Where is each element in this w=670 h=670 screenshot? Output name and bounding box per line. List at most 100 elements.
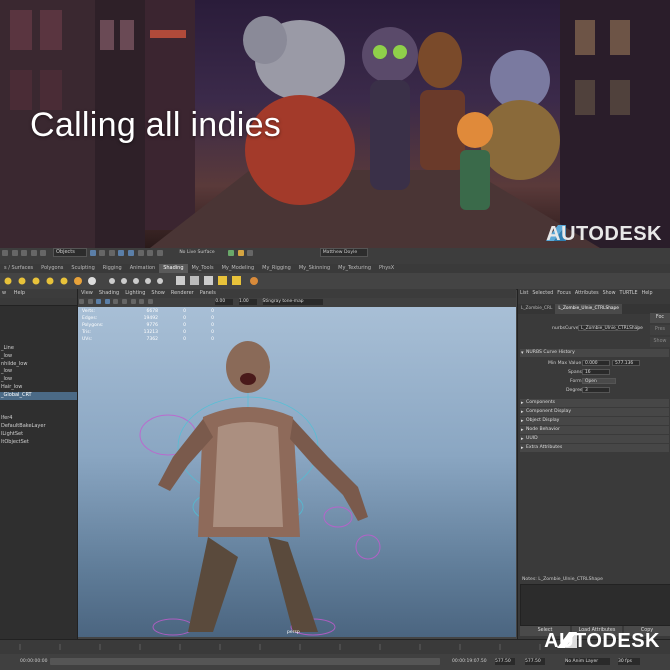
outliner-item[interactable]: ltObjectSet (0, 439, 77, 447)
outliner-item[interactable]: _low (0, 353, 77, 361)
outliner-menu-help[interactable]: Help (14, 290, 25, 296)
viewport-menu-view[interactable]: View (78, 289, 96, 298)
section-object-display[interactable]: Object Display (520, 417, 669, 425)
shelf-tab[interactable]: Polygons (37, 264, 67, 273)
range-end-field[interactable]: 577.50 (525, 658, 545, 665)
max-value-field[interactable]: 577.136 (612, 360, 640, 366)
range-start-field[interactable]: 577.50 (495, 658, 515, 665)
grid-icon[interactable] (87, 299, 93, 304)
select-tool-icon[interactable] (89, 249, 96, 256)
snap-view-icon[interactable] (147, 249, 154, 256)
shelf-tab[interactable]: My_Tools (188, 264, 218, 273)
outliner-item[interactable]: Hair_low (0, 384, 77, 392)
shelf-tab[interactable]: s / Surfaces (0, 264, 37, 273)
lights-icon[interactable] (121, 299, 127, 304)
viewport-menu-panels[interactable]: Panels (197, 289, 219, 298)
outliner-item[interactable]: DefaultBakeLayer (0, 423, 77, 431)
ae-menu-help[interactable]: Help (640, 289, 655, 299)
degree-field[interactable]: 3 (582, 387, 610, 393)
range-bar[interactable] (50, 658, 440, 665)
outliner-item[interactable] (0, 314, 77, 322)
viewport-menu-shading[interactable]: Shading (96, 289, 122, 298)
outliner-item[interactable] (0, 322, 77, 330)
section-nurbs-curve-history[interactable]: NURBS Curve History (520, 349, 669, 357)
spans-field[interactable]: 16 (582, 369, 610, 375)
shadows-icon[interactable] (130, 299, 136, 304)
section-node-behavior[interactable]: Node Behavior (520, 426, 669, 434)
wireframe-icon[interactable] (96, 299, 102, 304)
zombie-character-model[interactable] (78, 307, 516, 637)
anim-layer-dropdown[interactable]: No Anim Layer (565, 658, 610, 665)
3d-viewport[interactable]: Verts: 6678 0 0 Edges: 19492 0 0 Polygons: 9776… (78, 307, 516, 637)
save-scene-icon[interactable] (21, 249, 28, 256)
shelf-tab[interactable]: Rigging (99, 264, 126, 273)
exposure-field[interactable]: 0.00 (215, 298, 234, 305)
ae-menu-turtle[interactable]: TURTLE (618, 289, 640, 299)
min-value-field[interactable]: 0.000 (582, 360, 610, 366)
section-components[interactable]: Components (520, 399, 669, 407)
node-name-field[interactable]: L_Zombie_Ulnie_CTRLShape (578, 325, 643, 331)
color-space-dropdown[interactable]: Stingray tone-map (262, 298, 323, 305)
outliner-item[interactable]: nhilde_low (0, 361, 77, 369)
smooth-shade-icon[interactable] (104, 299, 110, 304)
outliner-item[interactable]: lLightSet (0, 431, 77, 439)
end-time-field[interactable]: 00:00:19:07.50 (452, 659, 487, 664)
ipr-render-icon[interactable] (237, 249, 244, 256)
render-icon[interactable] (227, 249, 234, 256)
outliner-item[interactable]: _Line (0, 345, 77, 353)
outliner-item[interactable] (0, 400, 77, 408)
viewport-menu-renderer[interactable]: Renderer (168, 289, 197, 298)
ae-menu-focus[interactable]: Focus (555, 289, 573, 299)
viewport-menu-lighting[interactable]: Lighting (122, 289, 148, 298)
section-extra-attributes[interactable]: Extra Attributes (520, 444, 669, 452)
redo-icon[interactable] (40, 249, 47, 256)
snap-grid-icon[interactable] (118, 249, 125, 256)
outliner-search[interactable] (0, 298, 77, 306)
outliner-menu-show[interactable]: w (2, 290, 6, 296)
form-dropdown[interactable]: Open (582, 378, 616, 384)
outliner-item[interactable]: lfer4 (0, 415, 77, 423)
camera-icon[interactable] (79, 299, 84, 304)
shelf-tab-shading[interactable]: Shading (159, 264, 188, 273)
paint-tool-icon[interactable] (108, 249, 115, 256)
presets-button[interactable]: Pres (650, 325, 670, 335)
lasso-tool-icon[interactable] (99, 249, 106, 256)
selection-mode-dropdown[interactable]: Objects (52, 248, 87, 257)
ae-tab[interactable]: L_Zombie_CRL (518, 304, 555, 314)
fps-dropdown[interactable]: 30 fps (618, 658, 640, 665)
shelf-tab[interactable]: Sculpting (67, 264, 98, 273)
undo-icon[interactable] (30, 249, 37, 256)
shelf-tab[interactable]: My_Modeling (218, 264, 259, 273)
outliner-item-selected[interactable]: _Global_CRT (0, 391, 77, 400)
section-component-display[interactable]: Component Display (520, 408, 669, 416)
notes-field[interactable] (520, 584, 670, 626)
open-scene-icon[interactable] (11, 249, 18, 256)
outliner-item[interactable]: _low (0, 376, 77, 384)
outliner-item[interactable] (0, 329, 77, 337)
xray-icon[interactable] (139, 299, 145, 304)
ae-menu-attributes[interactable]: Attributes (573, 289, 601, 299)
focus-button[interactable]: Foc (650, 313, 670, 323)
isolate-icon[interactable] (147, 299, 153, 304)
ae-menu-list[interactable]: List (518, 289, 530, 299)
ae-menu-selected[interactable]: Selected (530, 289, 555, 299)
gamma-field[interactable]: 1.00 (238, 298, 257, 305)
shelf-tab[interactable]: Animation (126, 264, 160, 273)
snap-surface-icon[interactable] (156, 249, 163, 256)
shelf-tab[interactable]: My_Rigging (258, 264, 295, 273)
ae-tab-active[interactable]: L_Zombie_Ulnie_CTRLShape (555, 304, 622, 314)
outliner-item[interactable]: _low (0, 368, 77, 376)
ae-menu-show[interactable]: Show (601, 289, 618, 299)
section-uuid[interactable]: UUID (520, 435, 669, 443)
shelf-icons[interactable] (0, 273, 270, 289)
current-time-field[interactable]: 00:00:00:00 (20, 659, 47, 664)
outliner-item[interactable] (0, 306, 77, 314)
show-button[interactable]: Show (650, 337, 670, 347)
textured-icon[interactable] (113, 299, 119, 304)
live-surface-label[interactable]: No Live Surface (179, 250, 225, 255)
shelf-tab[interactable]: My_Texturing (334, 264, 375, 273)
new-scene-icon[interactable] (2, 249, 8, 256)
snap-curve-icon[interactable] (127, 249, 134, 256)
viewport-menu-show[interactable]: Show (148, 289, 168, 298)
shelf-tab[interactable]: PhysX (375, 264, 398, 273)
